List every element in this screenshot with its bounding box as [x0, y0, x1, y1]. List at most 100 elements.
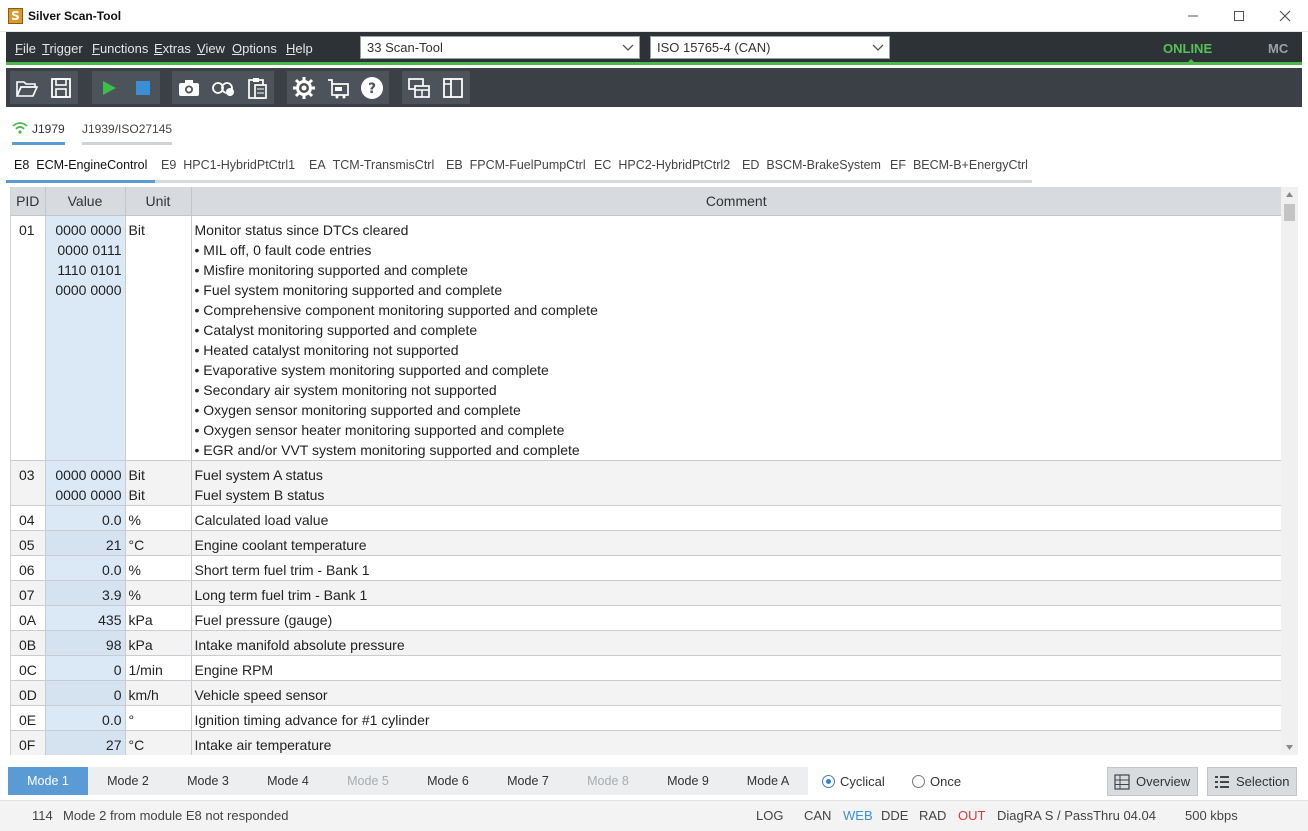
menu-options[interactable]: Options [232, 41, 277, 56]
mode-9-button[interactable]: Mode 9 [648, 767, 728, 795]
maximize-button[interactable] [1216, 0, 1262, 32]
unit-cell: 1/min [125, 655, 192, 681]
overview-button[interactable]: Overview [1107, 767, 1198, 796]
unit-cell: ° [125, 705, 192, 731]
mode-5-button[interactable]: Mode 5 [328, 767, 408, 795]
capture-tool-group [172, 71, 274, 104]
value-cell: 0 [45, 655, 126, 681]
header-comment[interactable]: Comment [191, 187, 1281, 216]
record-button[interactable] [206, 71, 240, 104]
header-pid[interactable]: PID [11, 187, 46, 216]
table-row[interactable]: 04 0.0 % Calculated load value [11, 505, 1281, 531]
can-indicator: CAN [804, 808, 832, 823]
help-button[interactable]: ? [355, 71, 389, 104]
unit-cell: km/h [125, 680, 192, 706]
unit-cell: kPa [125, 605, 192, 631]
comment-cell: Engine RPM [191, 655, 1281, 681]
menu-functions[interactable]: Functions [92, 41, 148, 56]
table-row[interactable]: 05 21 °C Engine coolant temperature [11, 530, 1281, 556]
table-grid-icon [1114, 773, 1130, 790]
interface-button[interactable] [321, 71, 355, 104]
selection-button[interactable]: Selection [1207, 767, 1297, 796]
value-cell: 0.0 [45, 705, 126, 731]
protocol-select[interactable]: ISO 15765-4 (CAN) [650, 36, 890, 59]
mode-2-button[interactable]: Mode 2 [88, 767, 168, 795]
mode-4-button[interactable]: Mode 4 [248, 767, 328, 795]
snapshot-button[interactable] [172, 71, 206, 104]
open-button[interactable] [10, 71, 44, 104]
mode-8-button[interactable]: Mode 8 [568, 767, 648, 795]
online-status[interactable]: ONLINE [1163, 41, 1212, 56]
log-indicator: LOG [756, 808, 784, 823]
pid-table: PID Value Unit Comment 01 0000 0000 0000… [10, 187, 1281, 755]
pid-cell: 0D [11, 680, 46, 706]
mode-7-button[interactable]: Mode 7 [488, 767, 568, 795]
scrollbar-thumb[interactable] [1284, 204, 1295, 221]
once-radio[interactable]: Once [912, 774, 961, 789]
table-row[interactable]: 0A 435 kPa Fuel pressure (gauge) [11, 605, 1281, 631]
tab-ecu-ec[interactable]: EC HPC2-HybridPtCtrl2 [588, 158, 736, 183]
table-row[interactable]: 0E 0.0 ° Ignition timing advance for #1 … [11, 705, 1281, 731]
pid-cell: 0A [11, 605, 46, 631]
mode-6-button[interactable]: Mode 6 [408, 767, 488, 795]
mc-status[interactable]: MC [1268, 41, 1288, 56]
mode-3-button[interactable]: Mode 3 [168, 767, 248, 795]
status-bar: 114 Mode 2 from module E8 not responded … [0, 800, 1308, 831]
table-row[interactable]: 06 0.0 % Short term fuel trim - Bank 1 [11, 555, 1281, 581]
protocol-select-value: ISO 15765-4 (CAN) [657, 40, 771, 55]
mode-1-button[interactable]: Mode 1 [8, 767, 88, 795]
stop-button[interactable] [126, 71, 160, 104]
pid-cell: 04 [11, 505, 46, 531]
minimize-button[interactable] [1170, 0, 1216, 32]
close-button[interactable] [1262, 0, 1308, 32]
layout-tiles-button[interactable] [402, 71, 436, 104]
settings-button[interactable] [287, 71, 321, 104]
start-button[interactable] [92, 71, 126, 104]
device-select[interactable]: 33 Scan-Tool [360, 36, 640, 59]
pid-cell: 06 [11, 555, 46, 581]
pid-cell: 0B [11, 630, 46, 656]
clipboard-button[interactable] [240, 71, 274, 104]
unit-cell: % [125, 505, 192, 531]
value-cell: 435 [45, 605, 126, 631]
close-icon [1279, 10, 1291, 22]
tab-ecu-ed[interactable]: ED BSCM-BrakeSystem [736, 158, 884, 183]
scroll-up-icon[interactable] [1281, 187, 1298, 201]
menu-trigger[interactable]: Trigger [42, 41, 83, 56]
value-cell: 0.0 [45, 505, 126, 531]
tab-ecu-ef[interactable]: EF BECM-B+EnergyCtrl [884, 158, 1032, 183]
header-value[interactable]: Value [45, 187, 126, 216]
tab-j1979[interactable]: J1979 [12, 122, 65, 145]
table-row[interactable]: 0D 0 km/h Vehicle speed sensor [11, 680, 1281, 706]
save-button[interactable] [44, 71, 78, 104]
table-row[interactable]: 01 0000 0000 0000 0111 1110 0101 0000 00… [11, 215, 1281, 461]
tab-ecu-eb[interactable]: EB FPCM-FuelPumpCtrl [439, 158, 588, 183]
table-row[interactable]: 07 3.9 % Long term fuel trim - Bank 1 [11, 580, 1281, 606]
menu-view[interactable]: View [197, 41, 225, 56]
menu-help[interactable]: Help [286, 41, 313, 56]
tab-ecu-ea[interactable]: EA TCM-TransmisCtrl [299, 158, 439, 183]
comment-cell: Fuel pressure (gauge) [191, 605, 1281, 631]
panel-layout-button[interactable] [436, 71, 470, 104]
pid-cell: 0C [11, 655, 46, 681]
menu-extras[interactable]: Extras [154, 41, 191, 56]
table-row[interactable]: 0C 0 1/min Engine RPM [11, 655, 1281, 681]
table-row[interactable]: 0B 98 kPa Intake manifold absolute press… [11, 630, 1281, 656]
table-row[interactable]: 0F 27 °C Intake air temperature [11, 730, 1281, 755]
wifi-icon [12, 122, 28, 134]
scroll-down-icon[interactable] [1281, 741, 1298, 755]
pid-cell: 03 [11, 460, 46, 506]
comment-cell: Long term fuel trim - Bank 1 [191, 580, 1281, 606]
save-icon [51, 77, 71, 98]
value-cell: 98 [45, 630, 126, 656]
minimize-icon [1188, 15, 1198, 17]
mode-a-button[interactable]: Mode A [728, 767, 808, 795]
tab-ecu-e9[interactable]: E9 HPC1-HybridPtCtrl1 [155, 158, 299, 183]
table-row[interactable]: 03 0000 0000 0000 0000 Bit Bit Fuel syst… [11, 460, 1281, 506]
table-scrollbar[interactable] [1281, 187, 1298, 755]
header-unit[interactable]: Unit [125, 187, 192, 216]
tab-ecu-e8[interactable]: E8 ECM-EngineControl [6, 158, 155, 183]
cyclical-radio[interactable]: Cyclical [822, 774, 885, 789]
tab-j1939-iso27145[interactable]: J1939/ISO27145 [82, 122, 173, 145]
menu-file[interactable]: File [15, 41, 36, 56]
